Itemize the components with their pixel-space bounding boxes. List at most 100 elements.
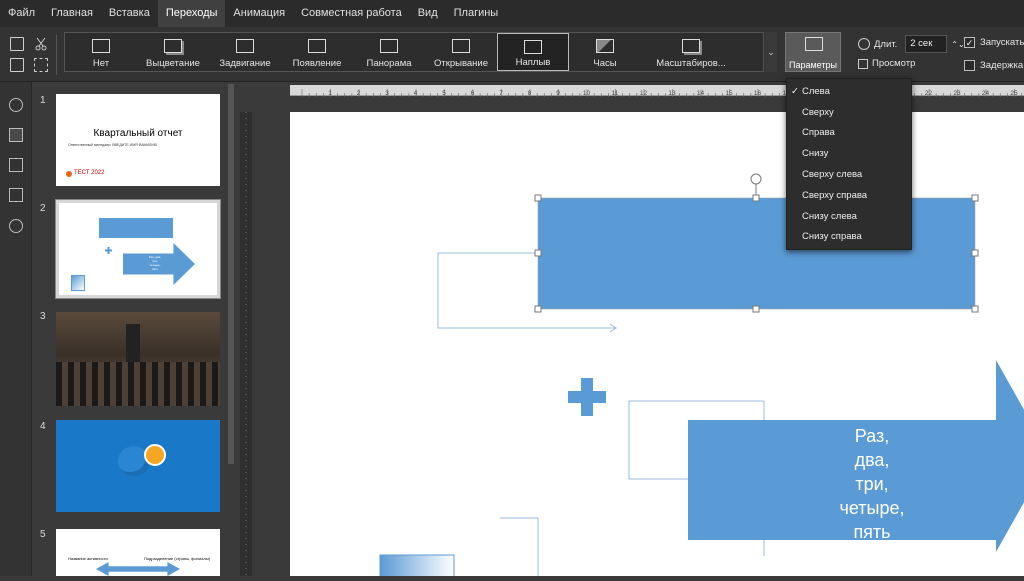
transition-uncover[interactable]: Открывание [425, 33, 497, 71]
slide-1-title: Квартальный отчет [93, 128, 183, 139]
start-checkbox[interactable]: ✓ [964, 37, 975, 48]
transition-wipe-icon [308, 39, 326, 53]
transition-label: Появление [292, 58, 342, 69]
option-top-left[interactable]: Сверху слева [787, 165, 913, 185]
gallery-more-button[interactable]: ⌄ [765, 32, 777, 72]
toolbar-divider [56, 35, 57, 75]
scrollbar-thumb[interactable] [228, 84, 234, 464]
slide-thumb-5[interactable]: Название активности Подразделение (стран… [56, 529, 220, 576]
slide-3-photo-bikes [56, 362, 220, 406]
ruler-label: 5 [442, 90, 446, 97]
transition-clock[interactable]: Часы [569, 33, 641, 71]
slide-2-arrow-text: Раз, два, три, четыре, пять [148, 255, 162, 271]
transition-label: Часы [593, 58, 617, 69]
transition-none[interactable]: Нет [65, 33, 137, 71]
transition-fade-icon [164, 39, 182, 53]
parameters-dropdown: ✓ Слева Сверху Справа Снизу Сверху слева … [786, 78, 912, 250]
menu-bar: Файл Главная Вставка Переходы Анимация С… [0, 0, 1024, 27]
transition-cover[interactable]: Наплыв [497, 33, 569, 71]
transition-fade[interactable]: Выцветание [137, 33, 209, 71]
transition-zoom[interactable]: Масштабиров... [641, 33, 741, 71]
menu-insert[interactable]: Вставка [101, 0, 158, 27]
info-icon[interactable] [9, 219, 23, 233]
slide-number: 3 [40, 311, 46, 322]
slide-thumb-1[interactable]: Квартальный отчет Ответственный менеджер… [56, 94, 220, 186]
transition-clock-icon [596, 39, 614, 53]
delay-label: Задержка [980, 60, 1024, 71]
plus-shape [568, 378, 606, 416]
menu-file[interactable]: Файл [0, 0, 43, 27]
ruler-label: 1 [328, 90, 332, 97]
option-top[interactable]: Сверху [787, 103, 913, 123]
menu-view[interactable]: Вид [410, 0, 446, 27]
slide-thumb-4[interactable] [56, 420, 220, 512]
menu-plugins[interactable]: Плагины [446, 0, 507, 27]
left-sidebar [0, 82, 32, 576]
delay-option[interactable]: Задержка [964, 60, 1023, 71]
ruler-label: 24 [982, 90, 990, 97]
delay-checkbox[interactable] [964, 60, 975, 71]
thumbnails-scrollbar[interactable] [228, 84, 234, 464]
rotate-handle-icon [750, 173, 762, 185]
slide-5-arrow [96, 562, 180, 576]
select-all-icon[interactable] [34, 58, 48, 72]
option-bottom-right[interactable]: Снизу справа [787, 227, 913, 247]
menu-animation[interactable]: Анимация [225, 0, 293, 27]
transition-label: Панорама [366, 58, 412, 69]
slides-icon[interactable] [9, 128, 23, 142]
preview-icon [858, 58, 868, 69]
option-right[interactable]: Справа [787, 123, 913, 143]
transition-push[interactable]: Задвигание [209, 33, 281, 71]
option-bottom[interactable]: Снизу [787, 144, 913, 164]
parameters-icon [805, 37, 823, 51]
paste-icon[interactable] [10, 58, 24, 72]
duration-spinner-icon[interactable]: ⌃⌄ [951, 40, 964, 49]
vertical-ruler[interactable] [240, 112, 252, 576]
transition-cover-icon [524, 40, 542, 54]
parameters-button[interactable]: Параметры [785, 32, 841, 72]
transition-uncover-icon [452, 39, 470, 53]
option-label: Снизу [802, 148, 829, 159]
duration-input[interactable]: 2 сек [905, 35, 948, 53]
transition-none-icon [92, 39, 110, 53]
transition-label: Выцветание [146, 58, 200, 69]
ruler-label: 7 [499, 90, 503, 97]
slide-number: 4 [40, 421, 46, 432]
transitions-toolbar: Нет Выцветание Задвигание Появление Пано… [0, 27, 1024, 82]
slide-thumb-2[interactable]: Раз, два, три, четыре, пять [55, 199, 221, 299]
slide-2-rect [99, 218, 173, 238]
transition-gallery: Нет Выцветание Задвигание Появление Пано… [64, 32, 764, 72]
slide-number: 1 [40, 95, 46, 106]
comments-icon[interactable] [9, 158, 23, 172]
ruler-label: 6 [471, 90, 475, 97]
parameters-label: Параметры [789, 60, 837, 70]
start-label: Запускать [980, 37, 1024, 48]
option-bottom-left[interactable]: Снизу слева [787, 207, 913, 227]
slide-4-orange-slice [144, 444, 166, 466]
transition-label: Наплыв [515, 57, 551, 68]
arrow-text[interactable]: Раз, два, три, четыре, пять [830, 424, 914, 544]
gradient-box [379, 554, 455, 576]
menu-transitions[interactable]: Переходы [157, 0, 226, 27]
ruler-label: 10 [583, 90, 591, 97]
ruler-label: 23 [953, 90, 961, 97]
transition-label: Масштабиров... [656, 58, 726, 69]
transition-wipe[interactable]: Появление [281, 33, 353, 71]
option-label: Снизу слева [802, 211, 857, 222]
slide-thumb-3[interactable] [56, 312, 220, 406]
ruler-label: 15 [725, 90, 733, 97]
copy-icon[interactable] [10, 37, 24, 51]
search-icon[interactable] [9, 98, 23, 112]
slide-5-left-label: Название активности [68, 556, 108, 561]
cut-icon[interactable] [34, 37, 48, 51]
option-left[interactable]: ✓ Слева [787, 82, 913, 102]
menu-home[interactable]: Главная [43, 0, 101, 27]
horizontal-ruler[interactable]: 1234567891011121314151617181920212223242… [290, 85, 1024, 97]
preview-button[interactable]: Просмотр [858, 58, 915, 69]
chat-icon[interactable] [9, 188, 23, 202]
menu-collaboration[interactable]: Совместная работа [293, 0, 410, 27]
slide-canvas[interactable]: Раз, два, три, четыре, пять [290, 112, 1024, 576]
start-on-click-option[interactable]: ✓ Запускать [964, 37, 1024, 48]
transition-split[interactable]: Панорама [353, 33, 425, 71]
option-top-right[interactable]: Сверху справа [787, 186, 913, 206]
